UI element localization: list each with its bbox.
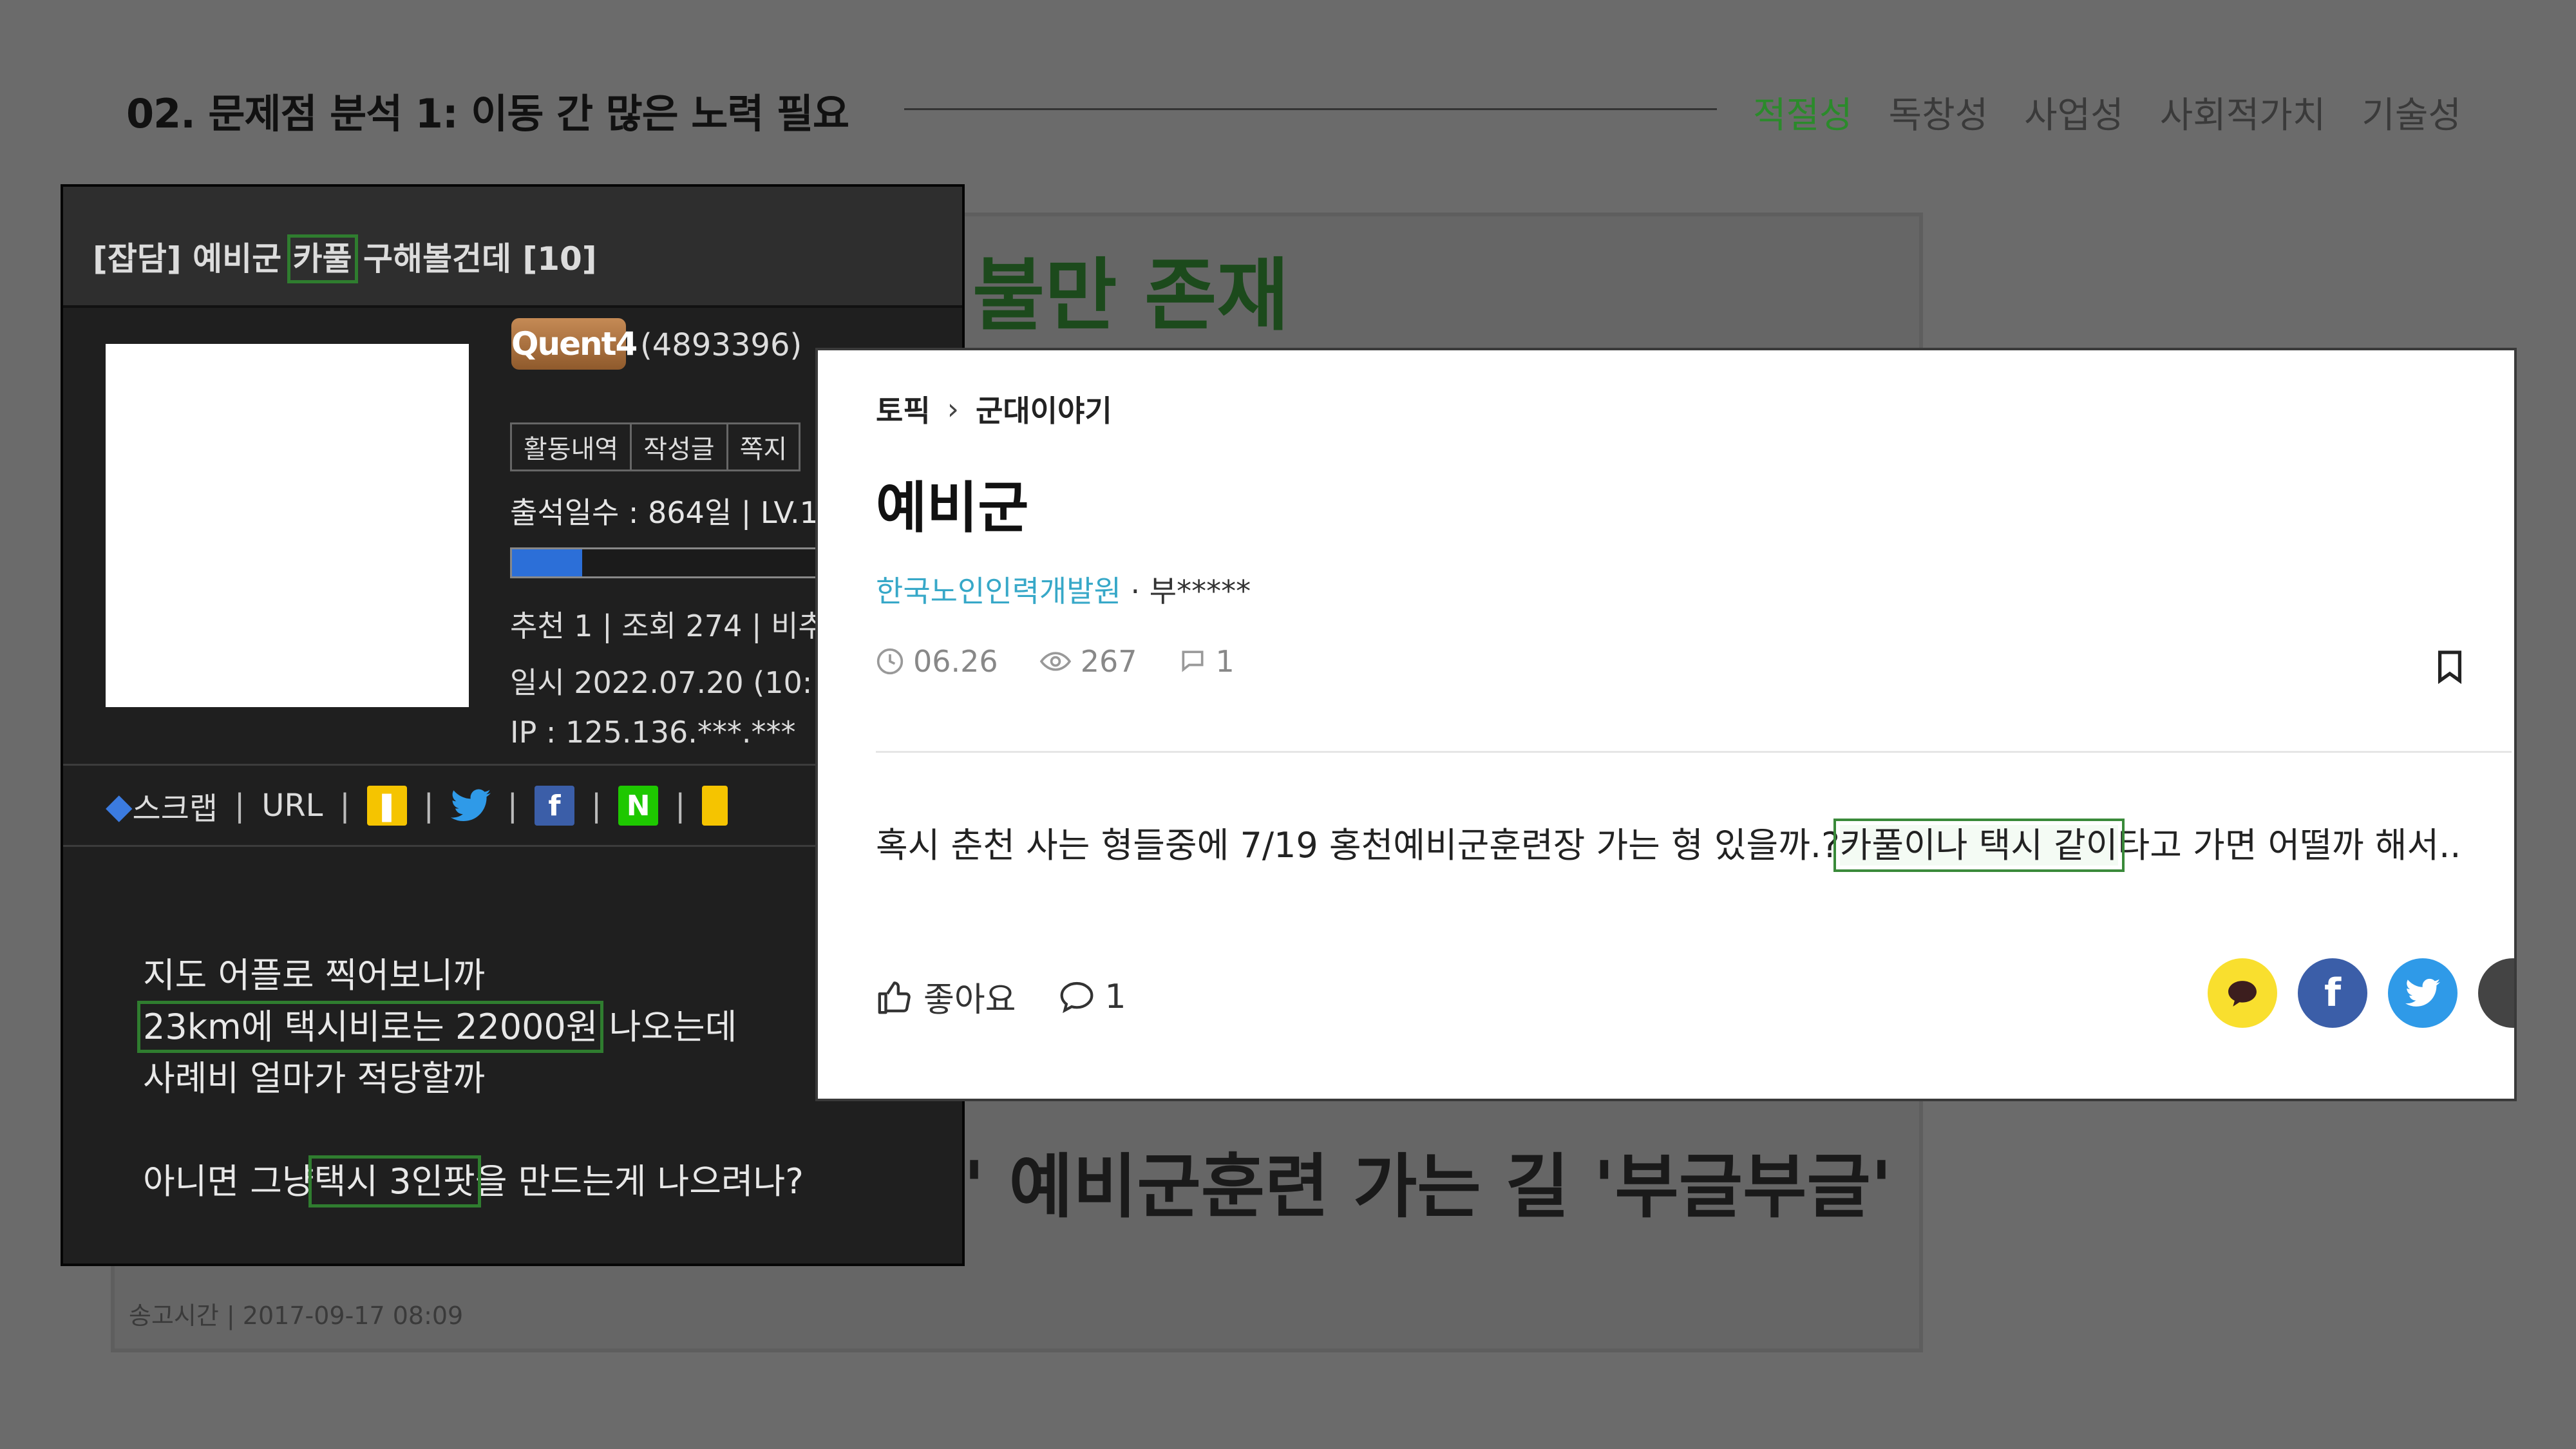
separator: |	[423, 788, 434, 824]
activity-button[interactable]: 활동내역	[510, 422, 632, 471]
naver-icon[interactable]: N	[618, 786, 659, 826]
post-comment-count: 1	[1215, 644, 1235, 679]
attendance-info: 출석일수 : 864일 | LV.1	[510, 495, 819, 530]
author-company-link[interactable]: 한국노인인력개발원	[876, 574, 1121, 609]
header-divider	[904, 108, 1717, 110]
user-id: (4893396)	[640, 327, 802, 363]
user-badge: Quent4	[511, 318, 638, 370]
twitter-share-icon[interactable]	[2388, 958, 2458, 1028]
separator: |	[507, 788, 518, 824]
tab-technology[interactable]: 기술성	[2362, 86, 2461, 138]
forum-title-prefix: [잡담] 예비군	[93, 240, 293, 278]
level-progress-bar	[510, 547, 849, 578]
kakaotalk-icon[interactable]	[702, 786, 728, 826]
comment-count[interactable]: 1	[1105, 978, 1126, 1016]
forum-body-line4: 아니면 그냥택시 3인팟을 만드는게 나으려나?	[143, 1153, 804, 1208]
tab-business[interactable]: 사업성	[2024, 86, 2124, 138]
breadcrumb-topic[interactable]: 토픽	[876, 388, 931, 430]
post-date: 06.26	[913, 644, 998, 679]
tab-social-value[interactable]: 사회적가치	[2160, 86, 2326, 138]
separator: |	[675, 788, 686, 824]
cube-icon: ◆	[106, 785, 133, 826]
breadcrumb: 토픽 › 군대이야기	[876, 388, 1112, 430]
news-headline: ' 예비군훈련 가는 길 '부글부글'	[963, 1147, 1892, 1227]
clock-icon	[876, 647, 904, 676]
separator: |	[339, 788, 350, 824]
scrap-button[interactable]: 스크랩	[133, 783, 218, 828]
news-date: 송고시간 | 2017-09-17 08:09	[129, 1302, 464, 1330]
carpool-highlight: 카풀이나 택시 같이	[1833, 819, 2125, 872]
post-title: 예비군	[876, 476, 1029, 540]
community-post-screenshot: 토픽 › 군대이야기 예비군 한국노인인력개발원 · 부***** 06.26 …	[815, 348, 2517, 1101]
chevron-right-icon: ›	[947, 392, 960, 426]
user-menu: 활동내역 작성글 쪽지	[510, 422, 801, 471]
twitter-icon[interactable]	[450, 788, 491, 824]
post-meta: 06.26 267 1	[876, 644, 1235, 679]
breadcrumb-category[interactable]: 군대이야기	[976, 388, 1112, 430]
share-bar: ◆ 스크랩 | URL | ❚ | | f | N |	[106, 783, 728, 828]
separator: |	[234, 788, 245, 824]
forum-title-highlight: 카풀	[287, 234, 358, 283]
divider	[876, 751, 2512, 753]
separator: |	[591, 788, 602, 824]
more-share-icon[interactable]	[2478, 958, 2514, 1028]
posts-button[interactable]: 작성글	[630, 422, 728, 471]
forum-body-line4-pre: 아니면 그냥	[143, 1161, 314, 1202]
post-body-pre: 혹시 춘천 사는 형들중에 7/19 홍천예비군훈련장 가는 형 있을까.?	[876, 825, 1840, 866]
forum-body-line2-rest: 나오는데	[598, 1007, 737, 1047]
post-stats: 추천 1 | 조회 274 | 비추	[510, 609, 826, 643]
post-views: 267	[1080, 644, 1137, 679]
url-button[interactable]: URL	[261, 788, 323, 824]
author-line: 한국노인인력개발원 · 부*****	[876, 568, 1251, 611]
comment-icon[interactable]	[1057, 979, 1096, 1015]
forum-title-suffix: 구해볼건데 [10]	[352, 240, 597, 278]
kakaotalk-share-icon[interactable]	[2208, 958, 2277, 1028]
post-actions: 좋아요 1	[876, 972, 1126, 1021]
post-body: 혹시 춘천 사는 형들중에 7/19 홍천예비군훈련장 가는 형 있을까.?카풀…	[876, 817, 2461, 872]
comment-icon	[1179, 647, 1207, 676]
forum-body-line1: 지도 어플로 찍어보니까	[143, 955, 486, 996]
post-ip: IP : 125.136.***.***	[510, 715, 796, 750]
kakaostory-icon[interactable]: ❚	[366, 786, 407, 826]
header-tabs: 적절성 독창성 사업성 사회적가치 기술성	[1753, 86, 2461, 138]
post-datetime: 일시 2022.07.20 (10:	[510, 665, 813, 700]
forum-body-line3: 사례비 얼마가 적당할까	[143, 1058, 486, 1099]
tab-originality[interactable]: 독창성	[1889, 86, 1989, 138]
author-name: · 부*****	[1121, 574, 1251, 609]
post-body-post: 타고 가면 어떨까 해서..	[2117, 825, 2461, 866]
facebook-icon[interactable]: f	[534, 786, 574, 826]
message-button[interactable]: 쪽지	[726, 422, 801, 471]
facebook-share-icon[interactable]: f	[2298, 958, 2367, 1028]
taxi-party-highlight: 택시 3인팟	[308, 1155, 481, 1208]
fare-highlight: 23km에 택시비로는 22000원	[137, 1001, 604, 1053]
forum-body-line2: 23km에 택시비로는 22000원 나오는데	[137, 998, 737, 1053]
eye-icon	[1039, 647, 1072, 676]
level-progress-fill	[512, 549, 583, 576]
bookmark-icon[interactable]	[2436, 649, 2464, 687]
forum-body-line4-rest: 을 만드는게 나으려나?	[475, 1161, 804, 1202]
avatar	[106, 344, 469, 707]
forum-post-title: [잡담] 예비군 카풀 구해볼건데 [10]	[93, 233, 597, 283]
thumbs-up-icon[interactable]	[876, 978, 914, 1016]
like-button[interactable]: 좋아요	[923, 972, 1016, 1021]
tab-suitability[interactable]: 적절성	[1753, 86, 1853, 138]
news-headline-top: 불만 존재	[972, 250, 1289, 341]
page-title: 02. 문제점 분석 1: 이동 간 많은 노력 필요	[126, 90, 849, 137]
